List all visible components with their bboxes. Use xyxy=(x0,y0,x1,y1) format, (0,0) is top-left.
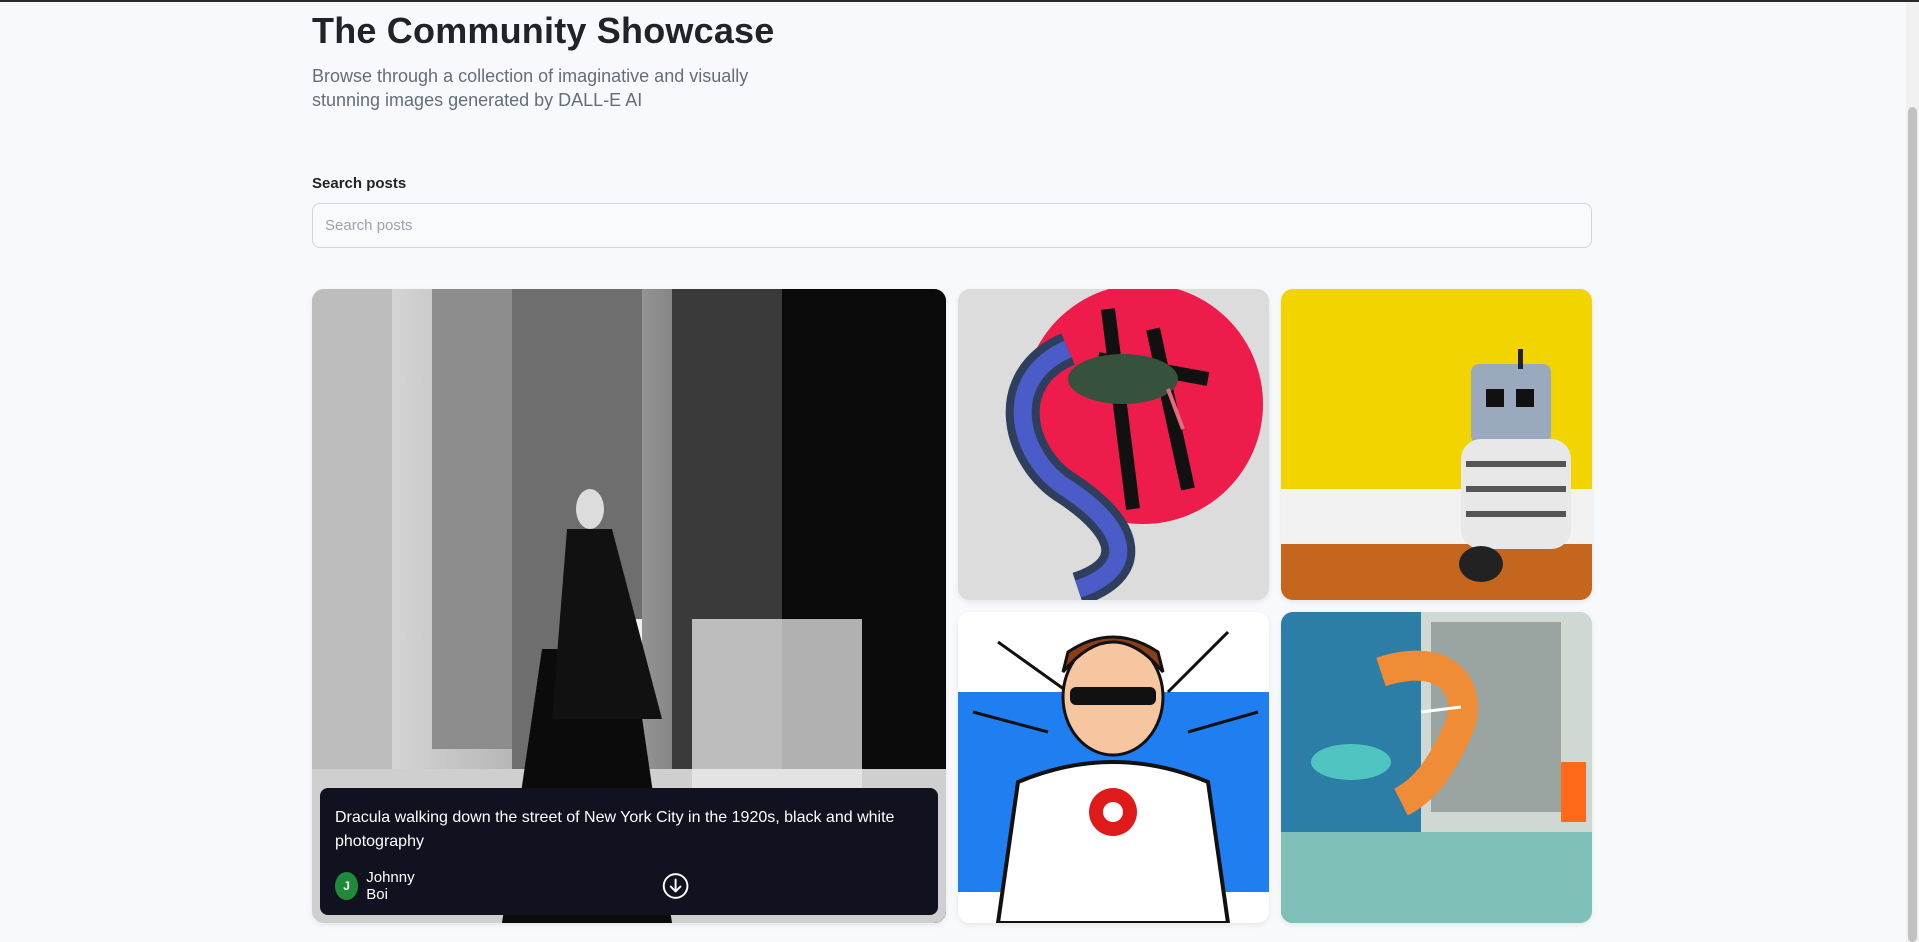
post-image-robot xyxy=(1281,289,1592,600)
post-image-superhero xyxy=(958,612,1269,923)
scrollbar[interactable] xyxy=(1906,2,1919,942)
post-caption: Dracula walking down the street of New Y… xyxy=(320,788,938,915)
post-image-dinosaur xyxy=(1281,612,1592,923)
search-label: Search posts xyxy=(312,175,407,192)
post-prompt: Dracula walking down the street of New Y… xyxy=(335,809,895,850)
post-card-robot[interactable] xyxy=(1281,289,1592,600)
post-card-superhero[interactable] xyxy=(958,612,1269,923)
page-header: The Community Showcase Browse through a … xyxy=(312,8,812,112)
window-top-border xyxy=(0,0,1919,2)
page-subtitle: Browse through a collection of imaginati… xyxy=(312,66,749,110)
post-card-dinosaur[interactable] xyxy=(1281,612,1592,923)
author-name: Johnny Boi xyxy=(366,869,415,903)
search-input[interactable] xyxy=(312,203,1592,248)
download-icon[interactable] xyxy=(428,872,923,900)
post-card-dracula[interactable]: Dracula walking down the street of New Y… xyxy=(312,289,946,923)
page-title: The Community Showcase xyxy=(312,10,775,51)
scrollbar-thumb[interactable] xyxy=(1908,107,1917,942)
avatar: J xyxy=(335,872,359,900)
post-image-snake xyxy=(958,289,1269,600)
post-footer: J Johnny Boi xyxy=(335,869,923,903)
post-author: J Johnny Boi xyxy=(335,869,428,903)
post-card-snake[interactable] xyxy=(958,289,1269,600)
